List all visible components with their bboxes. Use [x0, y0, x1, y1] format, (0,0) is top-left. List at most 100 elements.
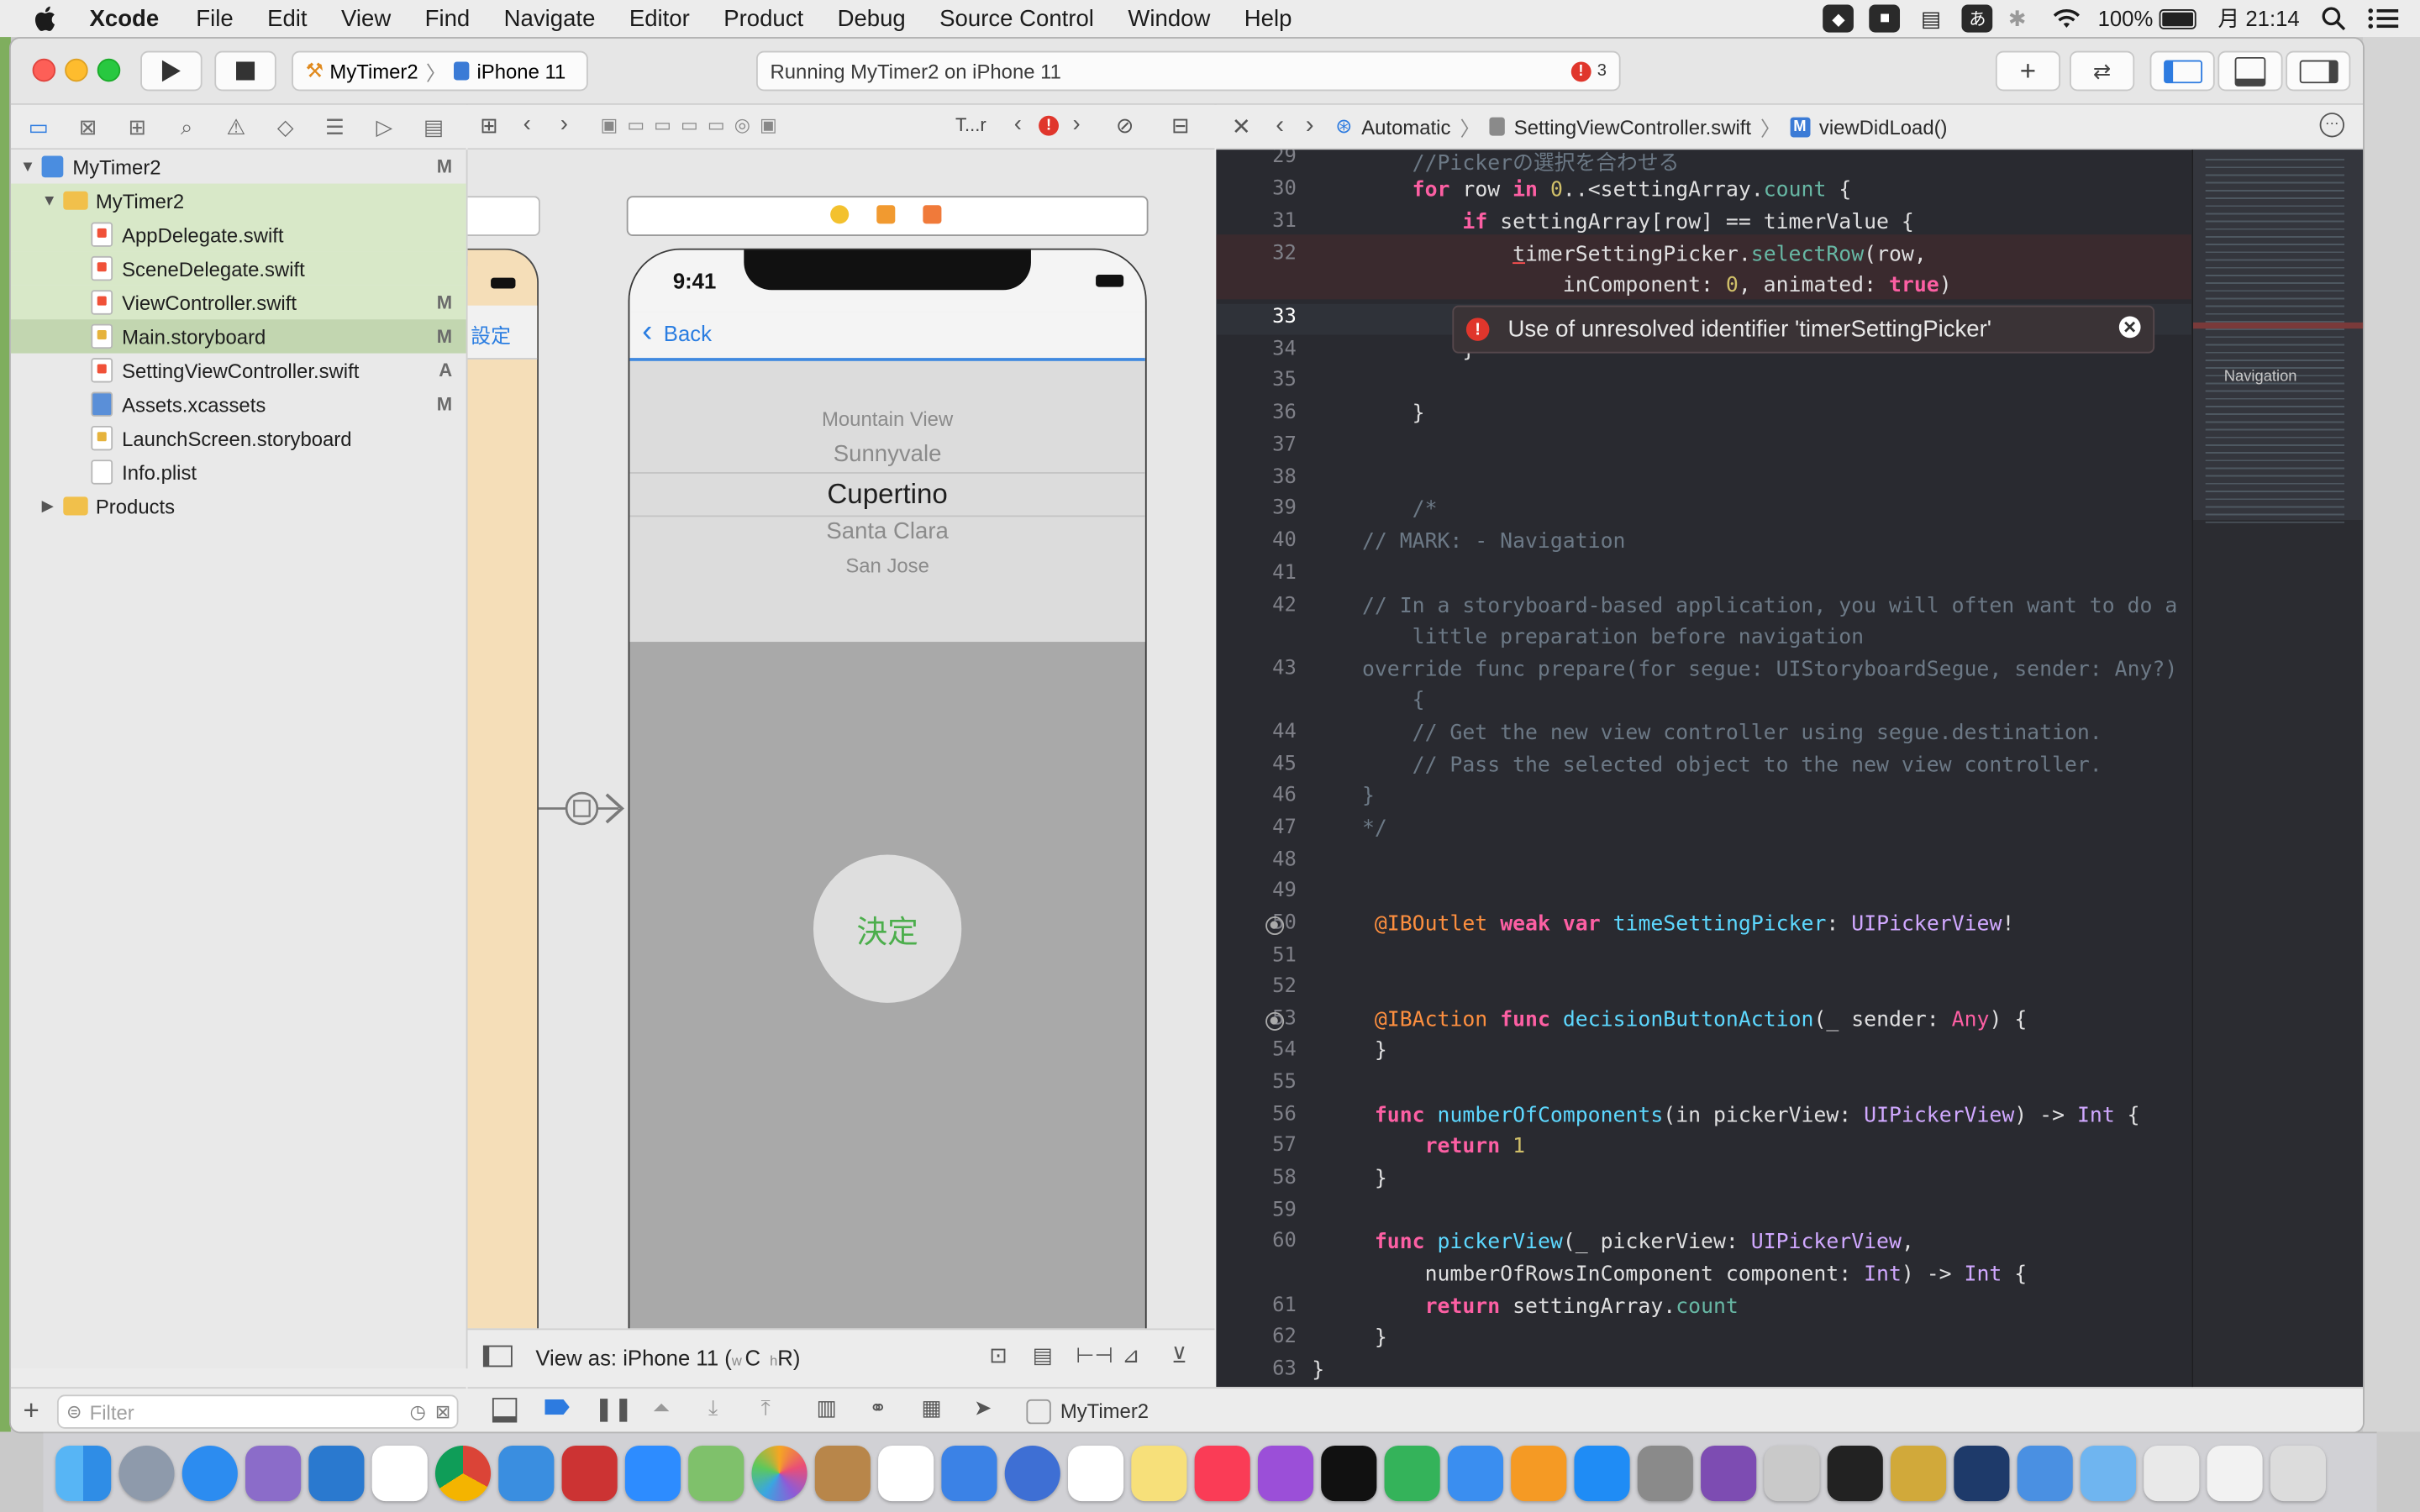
close-editor-icon[interactable]: ✕ [1232, 113, 1251, 140]
code-line[interactable]: // Pass the selected object to the new v… [1312, 753, 2102, 777]
decision-button[interactable]: 決定 [813, 854, 962, 1003]
navigator-filter-field[interactable]: ⊜ Filter ◷ ⊠ [56, 1394, 459, 1429]
pause-icon[interactable]: ❚❚ [594, 1394, 633, 1422]
finder-icon[interactable] [55, 1445, 112, 1501]
zoom-icon[interactable] [624, 1445, 681, 1501]
spotlight-search-icon[interactable] [2321, 6, 2346, 31]
menu-editor[interactable]: Editor [629, 5, 690, 31]
jump-item-method[interactable]: viewDidLoad() [1819, 115, 1948, 139]
recent-files-clock-icon[interactable]: ◷ [410, 1401, 426, 1423]
code-line[interactable]: } [1312, 1357, 1324, 1382]
issue-error-icon[interactable]: ! [1039, 115, 1060, 136]
keychain-icon[interactable] [1764, 1445, 1820, 1501]
menu-file[interactable]: File [196, 5, 233, 31]
source-editor[interactable]: 29 30 31 32 33 34 35 36 37 38 39 40 41 42 43 44 45 46 47 48… [1216, 150, 2192, 1388]
prev-issue-chevron-icon[interactable]: ‹ [1014, 111, 1022, 137]
tree-row-file-selected[interactable]: Main.storyboard M [10, 319, 466, 354]
environment-overrides-icon[interactable]: ▦ [922, 1394, 942, 1420]
toggle-debug-area-button[interactable] [2217, 50, 2283, 92]
scheme-selector[interactable]: ⚒ MyTimer2 〉 iPhone 11 [292, 50, 588, 92]
xcode-icon[interactable] [498, 1445, 555, 1501]
docker-status-icon[interactable]: ▤ [1916, 5, 1947, 33]
breadcrumb-icons[interactable]: ▣▭▭▭▭◎▣ [600, 114, 786, 136]
tree-row-group[interactable]: ▶ Products [11, 489, 466, 522]
document-outline-icon[interactable] [482, 1345, 513, 1368]
toggle-inspector-button[interactable] [2286, 50, 2351, 92]
setting-view-controller-scene[interactable]: 9:41 ‹ Back Mountain View Sunnyvale Cupe… [628, 248, 1147, 1329]
project-navigator-folder-icon[interactable]: ▭ [26, 113, 50, 139]
back-button[interactable]: Back [664, 321, 712, 345]
menu-navigate[interactable]: Navigate [504, 5, 596, 31]
menu-debug[interactable]: Debug [838, 5, 906, 31]
back-chevron-icon[interactable]: ‹ [1276, 113, 1284, 140]
resolve-layout-icon[interactable]: ⊿ [1122, 1342, 1140, 1368]
embed-in-icon[interactable]: ⊻ [1171, 1342, 1187, 1368]
code-line[interactable]: func pickerView(_ pickerView: UIPickerVi… [1312, 1230, 1914, 1254]
tree-row-project[interactable]: ▼ MyTimer2 M [11, 150, 466, 183]
clock[interactable]: 月 21:14 [2218, 3, 2300, 34]
code-line[interactable]: } [1312, 1038, 1387, 1063]
debug-navigator-icon[interactable]: ☰ [323, 113, 347, 139]
keynote-icon[interactable] [1447, 1445, 1503, 1501]
code-line[interactable]: { [1312, 688, 1425, 712]
menu-xcode[interactable]: Xcode [90, 5, 160, 31]
camera-status-icon[interactable]: ■ [1869, 4, 1901, 33]
database-app-icon[interactable] [1891, 1445, 1947, 1501]
code-line[interactable]: timerSettingPicker.selectRow(row, [1312, 242, 1927, 266]
photo-booth-icon[interactable] [561, 1445, 618, 1501]
scm-filter-icon[interactable]: ⊠ [435, 1401, 450, 1423]
code-review-button[interactable]: ⇄ [2070, 50, 2135, 92]
menu-find[interactable]: Find [425, 5, 471, 31]
code-line[interactable]: } [1312, 1326, 1387, 1350]
files-stack-icon[interactable] [2207, 1445, 2263, 1501]
error-annotation[interactable]: ! Use of unresolved identifier 'timerSet… [1452, 305, 2155, 354]
editor-options-icon[interactable]: ⋯ [2319, 113, 2345, 138]
related-items-grid-icon[interactable]: ⊞ [480, 113, 498, 139]
downloads-folder-icon[interactable] [2080, 1445, 2137, 1501]
system-preferences-icon[interactable] [1637, 1445, 1693, 1501]
previous-scene[interactable]: 設定 [467, 248, 539, 1329]
forward-chevron-icon[interactable]: › [1306, 113, 1314, 140]
add-constraints-icon[interactable]: ⊢⊣ [1076, 1342, 1113, 1368]
numbers-icon[interactable] [1384, 1445, 1440, 1501]
app-store-icon[interactable] [1574, 1445, 1630, 1501]
breadcrumb-tail[interactable]: T...r [955, 114, 986, 136]
close-error-icon[interactable]: ✕ [2118, 316, 2141, 339]
notebook-icon[interactable] [814, 1445, 871, 1501]
disclosure-open-icon[interactable]: ▼ [20, 158, 35, 175]
timer-setting-picker[interactable]: Mountain View Sunnyvale Cupertino Santa … [629, 358, 1145, 643]
code-line[interactable]: return settingArray.count [1312, 1294, 1739, 1319]
next-issue-chevron-icon[interactable]: › [1073, 111, 1081, 137]
tree-row-file[interactable]: Info.plist [11, 455, 466, 489]
maps-icon[interactable] [688, 1445, 744, 1501]
menu-edit[interactable]: Edit [267, 5, 307, 31]
toggle-navigator-button[interactable] [2149, 50, 2215, 92]
nav-bar-item[interactable]: 設定 [471, 319, 511, 349]
code-line[interactable]: } [1312, 784, 1375, 808]
step-out-icon[interactable]: ⤒ [761, 1394, 771, 1420]
code-line[interactable]: @IBOutlet weak var timeSettingPicker: UI… [1312, 912, 2015, 937]
close-window-button[interactable] [32, 58, 56, 82]
view-as-device-button[interactable]: View as: iPhone 11 (w ChR) [535, 1346, 800, 1370]
code-line[interactable]: override func prepare(for segue: UIStory… [1312, 657, 2177, 681]
notification-center-icon[interactable] [2368, 8, 2399, 29]
code-line[interactable]: //Pickerの選択を合わせる [1312, 150, 1680, 176]
back-chevron-icon[interactable]: ‹ [642, 315, 652, 350]
error-indicator[interactable]: ! 3 [1570, 60, 1607, 81]
exit-icon[interactable] [923, 205, 942, 224]
library-button[interactable]: + [1995, 50, 2061, 92]
hide-debug-area-icon[interactable] [492, 1398, 518, 1423]
apple-tv-icon[interactable] [1321, 1445, 1377, 1501]
menu-source-control[interactable]: Source Control [939, 5, 1094, 31]
view-controller-icon[interactable] [830, 205, 850, 224]
code-line[interactable]: return 1 [1312, 1134, 1526, 1158]
test-navigator-icon[interactable]: ◇ [273, 113, 297, 139]
sourcetree-icon[interactable] [1954, 1445, 2010, 1501]
outlet-connected-icon[interactable] [1265, 916, 1285, 936]
music-icon[interactable] [1194, 1445, 1250, 1501]
code-line[interactable]: func numberOfComponents(in pickerView: U… [1312, 1103, 2140, 1127]
zoom-window-button[interactable] [97, 58, 121, 82]
safari-icon[interactable] [182, 1445, 238, 1501]
github-desktop-icon[interactable] [1701, 1445, 1757, 1501]
find-navigator-icon[interactable]: ⌕ [175, 113, 199, 139]
